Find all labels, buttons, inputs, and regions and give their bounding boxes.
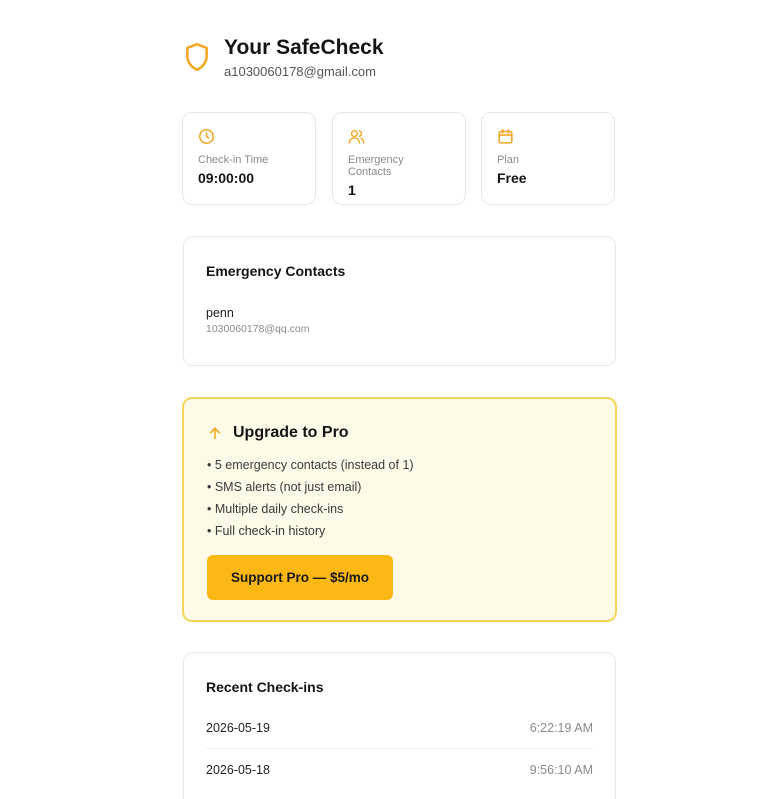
stat-value: Free — [497, 170, 527, 186]
upgrade-feature: • Full check-in history — [207, 524, 326, 538]
checkin-date: 2026-05-19 — [206, 720, 270, 735]
clock-icon — [198, 128, 215, 145]
page-header: Your SafeCheck a1030060178@gmail.com — [184, 36, 384, 79]
page-title: Your SafeCheck — [224, 36, 384, 59]
recent-checkins-card: Recent Check-ins 2026-05-19 6:22:19 AM 2… — [183, 652, 616, 799]
section-title: Recent Check-ins — [206, 679, 324, 695]
users-icon — [348, 130, 365, 144]
stat-card-emergency-contacts: Emergency Contacts 1 — [332, 112, 466, 205]
upgrade-feature: • Multiple daily check-ins — [207, 502, 344, 516]
upgrade-title: Upgrade to Pro — [233, 424, 349, 441]
stat-card-checkin-time: Check-in Time 09:00:00 — [182, 112, 316, 205]
shield-icon — [186, 42, 208, 72]
upgrade-feature: • 5 emergency contacts (instead of 1) — [207, 458, 414, 472]
checkin-date: 2026-05-18 — [206, 763, 270, 777]
user-email: a1030060178@gmail.com — [224, 64, 376, 79]
section-title: Emergency Contacts — [206, 263, 346, 279]
upgrade-feature: • SMS alerts (not just email) — [207, 480, 362, 494]
stat-label: Emergency Contacts — [348, 154, 404, 178]
stat-label: Check-in Time — [198, 154, 269, 166]
emergency-contacts-card: Emergency Contacts penn 1030060178@qq.co… — [183, 236, 616, 366]
checkin-time: 6:22:19 AM — [529, 720, 593, 735]
arrow-up-icon — [209, 427, 221, 440]
upgrade-card: Upgrade to Pro • 5 emergency contacts (i… — [182, 397, 617, 622]
contact-email: 1030060178@qq.com — [206, 323, 310, 335]
stat-card-plan: Plan Free — [481, 112, 615, 205]
stat-value: 09:00:00 — [198, 170, 255, 186]
calendar-icon — [498, 128, 513, 144]
checkin-list: 2026-05-19 6:22:19 AM 2026-05-18 9:56:10… — [206, 707, 593, 791]
stat-label: Plan — [497, 154, 520, 166]
checkin-row: 2026-05-19 6:22:19 AM — [206, 707, 593, 749]
contact-item: penn 1030060178@qq.com — [206, 306, 593, 335]
checkin-time: 9:56:10 AM — [529, 763, 593, 777]
upgrade-feature-list: • 5 emergency contacts (instead of 1) • … — [207, 454, 592, 542]
stat-value: 1 — [348, 182, 356, 198]
contact-name: penn — [206, 306, 234, 320]
support-pro-button[interactable]: Support Pro — $5/mo — [207, 555, 393, 600]
checkin-row: 2026-05-18 9:56:10 AM — [206, 749, 593, 791]
upgrade-header: Upgrade to Pro — [207, 424, 592, 442]
